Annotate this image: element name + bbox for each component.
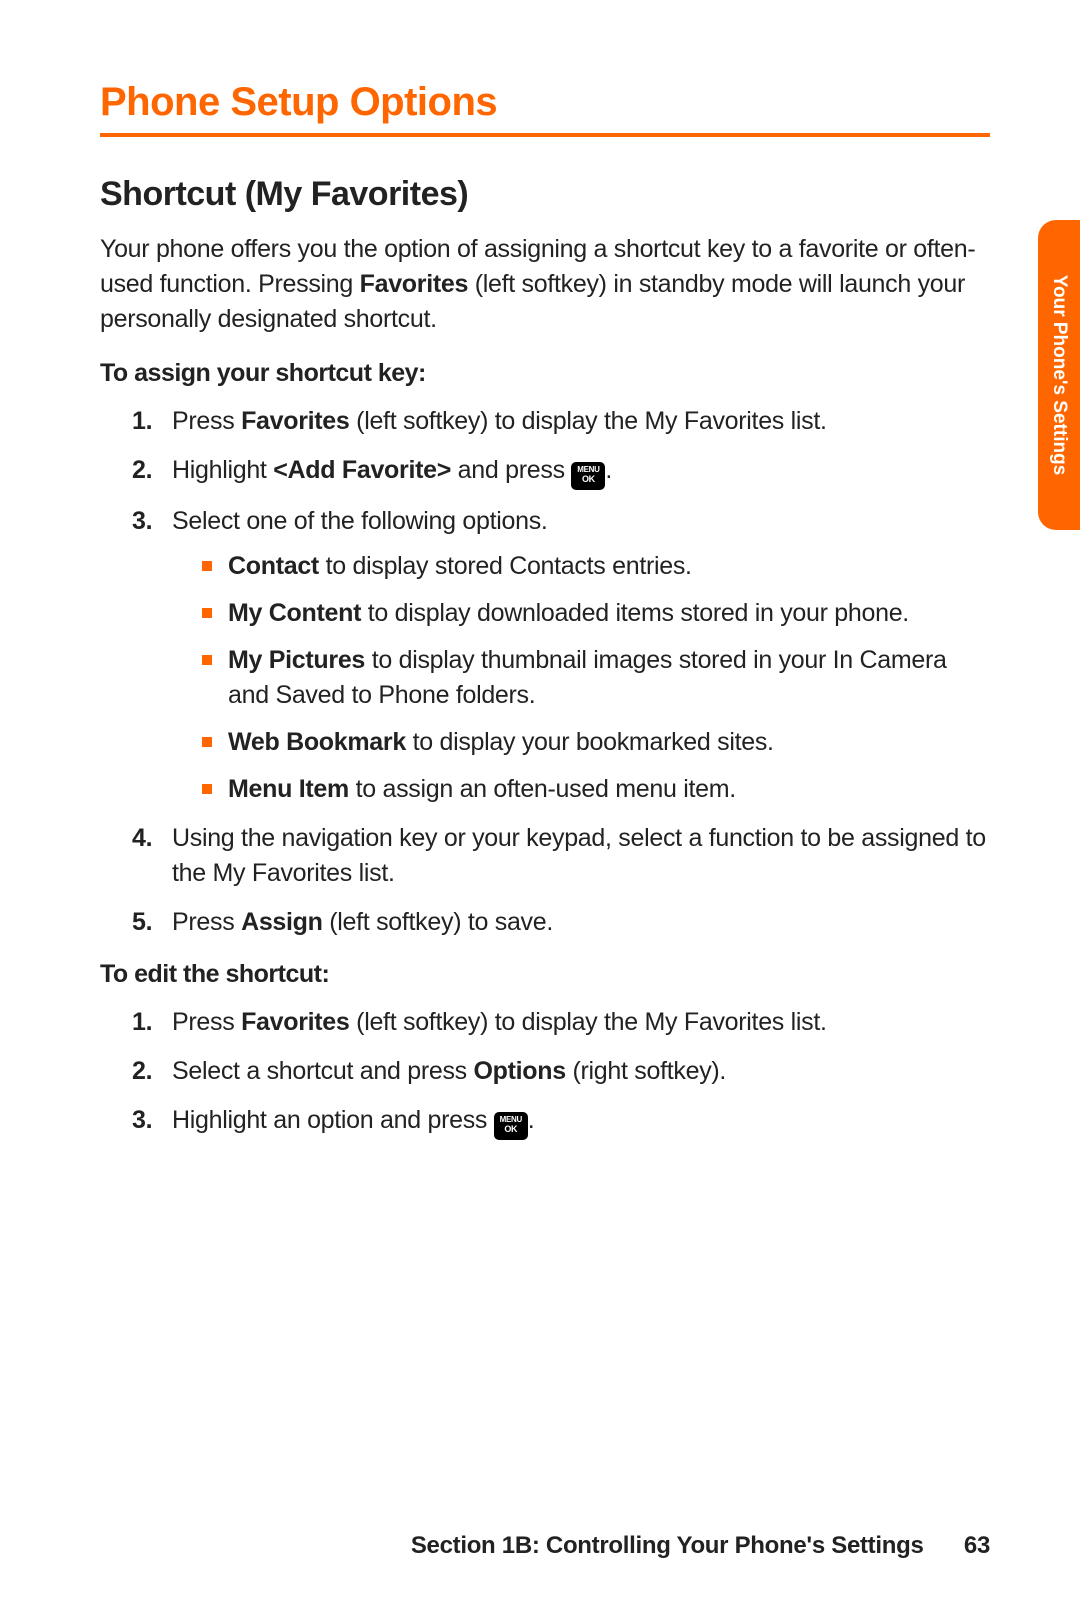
edit-heading: To edit the shortcut: (100, 960, 990, 989)
option-my-content: My Content to display downloaded items s… (172, 596, 990, 631)
step-text-pre: Highlight (172, 456, 273, 484)
step-text-trail: . (605, 456, 612, 484)
options-list: Contact to display stored Contacts entri… (172, 549, 990, 807)
step-text-bold: Favorites (241, 407, 349, 435)
step-text-bold: Favorites (241, 1008, 349, 1036)
assign-step-3: 3. Select one of the following options. … (100, 504, 990, 807)
edit-step-3: 3. Highlight an option and press MENUOK. (100, 1103, 990, 1140)
title-rule (100, 133, 990, 137)
step-number: 2. (132, 453, 152, 488)
option-my-pictures: My Pictures to display thumbnail images … (172, 643, 990, 713)
step-text: Using the navigation key or your keypad,… (172, 824, 986, 887)
assign-step-1: 1. Press Favorites (left softkey) to dis… (100, 404, 990, 439)
option-web-bookmark: Web Bookmark to display your bookmarked … (172, 725, 990, 760)
step-text-post: (left softkey) to display the My Favorit… (350, 1008, 827, 1036)
assign-step-2: 2. Highlight <Add Favorite> and press ME… (100, 453, 990, 490)
step-text-post: (left softkey) to display the My Favorit… (350, 407, 827, 435)
option-contact: Contact to display stored Contacts entri… (172, 549, 990, 584)
page-content: Phone Setup Options Shortcut (My Favorit… (0, 0, 1080, 1620)
page-title: Phone Setup Options (100, 80, 990, 125)
option-menu-item: Menu Item to assign an often-used menu i… (172, 772, 990, 807)
edit-steps: 1. Press Favorites (left softkey) to dis… (100, 1005, 990, 1140)
step-text-pre: Press (172, 1008, 241, 1036)
step-number: 3. (132, 504, 152, 539)
section-title: Shortcut (My Favorites) (100, 175, 990, 214)
page-footer: Section 1B: Controlling Your Phone's Set… (100, 1532, 990, 1560)
step-number: 1. (132, 1005, 152, 1040)
assign-steps: 1. Press Favorites (left softkey) to dis… (100, 404, 990, 940)
step-text-pre: Select a shortcut and press (172, 1057, 474, 1085)
step-number: 1. (132, 404, 152, 439)
step-text-trail: . (528, 1106, 535, 1134)
step-text-bold: Options (474, 1057, 566, 1085)
assign-step-4: 4. Using the navigation key or your keyp… (100, 821, 990, 891)
step-number: 5. (132, 905, 152, 940)
step-text-pre: Highlight an option and press (172, 1106, 494, 1134)
step-text-bold: <Add Favorite> (273, 456, 451, 484)
step-text-post: (right softkey). (566, 1057, 726, 1085)
menu-ok-icon: MENUOK (571, 462, 605, 490)
intro-paragraph: Your phone offers you the option of assi… (100, 232, 990, 337)
step-number: 2. (132, 1054, 152, 1089)
step-text-bold: Assign (241, 908, 323, 936)
edit-step-2: 2. Select a shortcut and press Options (… (100, 1054, 990, 1089)
step-text-pre: Press (172, 407, 241, 435)
assign-heading: To assign your shortcut key: (100, 359, 990, 388)
assign-step-5: 5. Press Assign (left softkey) to save. (100, 905, 990, 940)
footer-text: Section 1B: Controlling Your Phone's Set… (411, 1532, 924, 1559)
step-number: 4. (132, 821, 152, 856)
step-text-post: (left softkey) to save. (323, 908, 553, 936)
intro-bold: Favorites (360, 270, 468, 298)
step-text: Select one of the following options. (172, 507, 548, 535)
step-number: 3. (132, 1103, 152, 1138)
menu-ok-icon: MENUOK (494, 1112, 528, 1140)
step-text-post: and press (451, 456, 571, 484)
edit-step-1: 1. Press Favorites (left softkey) to dis… (100, 1005, 990, 1040)
step-text-pre: Press (172, 908, 241, 936)
page-number: 63 (964, 1532, 990, 1560)
